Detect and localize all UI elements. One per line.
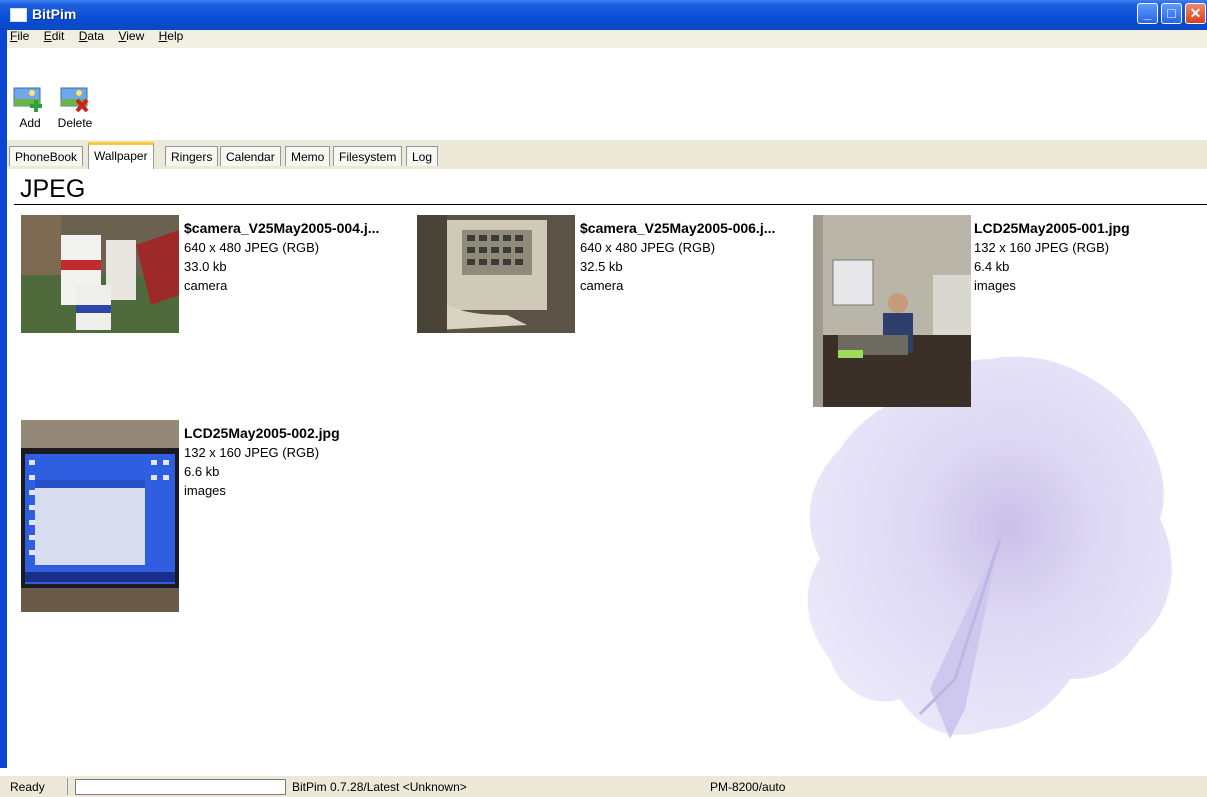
item-dimensions: 640 x 480 JPEG (RGB) — [580, 240, 716, 255]
item-name: LCD25May2005-002.jpg — [184, 425, 340, 441]
item-filesize: 6.6 kb — [184, 464, 220, 479]
maximize-icon: □ — [1167, 5, 1176, 21]
tab-wallpaper[interactable]: Wallpaper — [88, 142, 154, 169]
wallpaper-view[interactable]: JPEG $camera_V25May2005-004.j... 640 x 4… — [7, 169, 1207, 769]
tab-log[interactable]: Log — [406, 146, 439, 166]
item-name: LCD25May2005-001.jpg — [974, 220, 1130, 236]
thumbnail-camera-004 — [21, 215, 179, 333]
window-title: BitPim — [32, 6, 77, 22]
tab-ringers[interactable]: Ringers — [165, 146, 219, 166]
item-dimensions: 132 x 160 JPEG (RGB) — [184, 445, 320, 460]
thumbnail-lcd-002 — [21, 420, 179, 612]
item-origin: camera — [184, 278, 228, 293]
tab-filesystem[interactable]: Filesystem — [333, 146, 403, 166]
status-separator — [67, 778, 68, 795]
item-filesize: 6.4 kb — [974, 259, 1010, 274]
menu-bar: File Edit Data View Help — [0, 29, 1207, 70]
menu-data[interactable]: Data — [79, 29, 104, 43]
item-filesize: 32.5 kb — [580, 259, 623, 274]
tab-memo[interactable]: Memo — [285, 146, 331, 166]
close-button[interactable]: ✕ — [1185, 3, 1206, 24]
item-filesize: 33.0 kb — [184, 259, 227, 274]
title-bar[interactable]: BitPim _ □ ✕ — [0, 0, 1207, 30]
thumbnail-lcd-001 — [813, 215, 971, 407]
add-button[interactable]: Add — [10, 84, 50, 130]
window-frame — [0, 30, 7, 768]
item-dimensions: 132 x 160 JPEG (RGB) — [974, 240, 1110, 255]
delete-image-icon — [57, 84, 93, 113]
minimize-button[interactable]: _ — [1137, 3, 1158, 24]
item-origin: images — [974, 278, 1016, 293]
item-dimensions: 640 x 480 JPEG (RGB) — [184, 240, 320, 255]
item-name: $camera_V25May2005-004.j... — [184, 220, 380, 236]
group-divider — [14, 204, 1207, 205]
delete-button[interactable]: Delete — [52, 84, 98, 130]
item-origin: camera — [580, 278, 624, 293]
status-bar: Ready BitPim 0.7.28/Latest <Unknown> PM-… — [0, 775, 1207, 797]
add-image-icon — [12, 84, 48, 112]
close-icon: ✕ — [1189, 5, 1202, 21]
add-label: Add — [19, 116, 41, 130]
maximize-button[interactable]: □ — [1161, 3, 1182, 24]
phone-model-text: PM-8200/auto — [710, 780, 786, 794]
app-icon — [10, 8, 27, 22]
thumbnail-camera-006 — [417, 215, 575, 333]
app-window: BitPim _ □ ✕ File Edit Data View Help Ad… — [0, 0, 1207, 797]
hibiscus-watermark-icon — [807, 356, 1172, 739]
toolbar: Add Delete — [0, 78, 1207, 140]
delete-label: Delete — [57, 116, 93, 130]
item-origin: images — [184, 483, 226, 498]
tab-strip: PhoneBook Wallpaper Ringers Calendar Mem… — [0, 140, 1207, 170]
status-text: Ready — [10, 780, 45, 794]
item-name: $camera_V25May2005-006.j... — [580, 220, 776, 236]
tab-phonebook[interactable]: PhoneBook — [9, 146, 84, 166]
tab-calendar[interactable]: Calendar — [220, 146, 281, 166]
group-title: JPEG — [20, 175, 86, 203]
menu-file[interactable]: File — [10, 29, 29, 43]
progress-bar — [75, 779, 286, 795]
menu-view[interactable]: View — [118, 29, 144, 43]
version-text: BitPim 0.7.28/Latest <Unknown> — [292, 780, 467, 794]
menu-help[interactable]: Help — [159, 29, 184, 43]
menu-edit[interactable]: Edit — [44, 29, 65, 43]
minimize-icon: _ — [1143, 5, 1152, 21]
